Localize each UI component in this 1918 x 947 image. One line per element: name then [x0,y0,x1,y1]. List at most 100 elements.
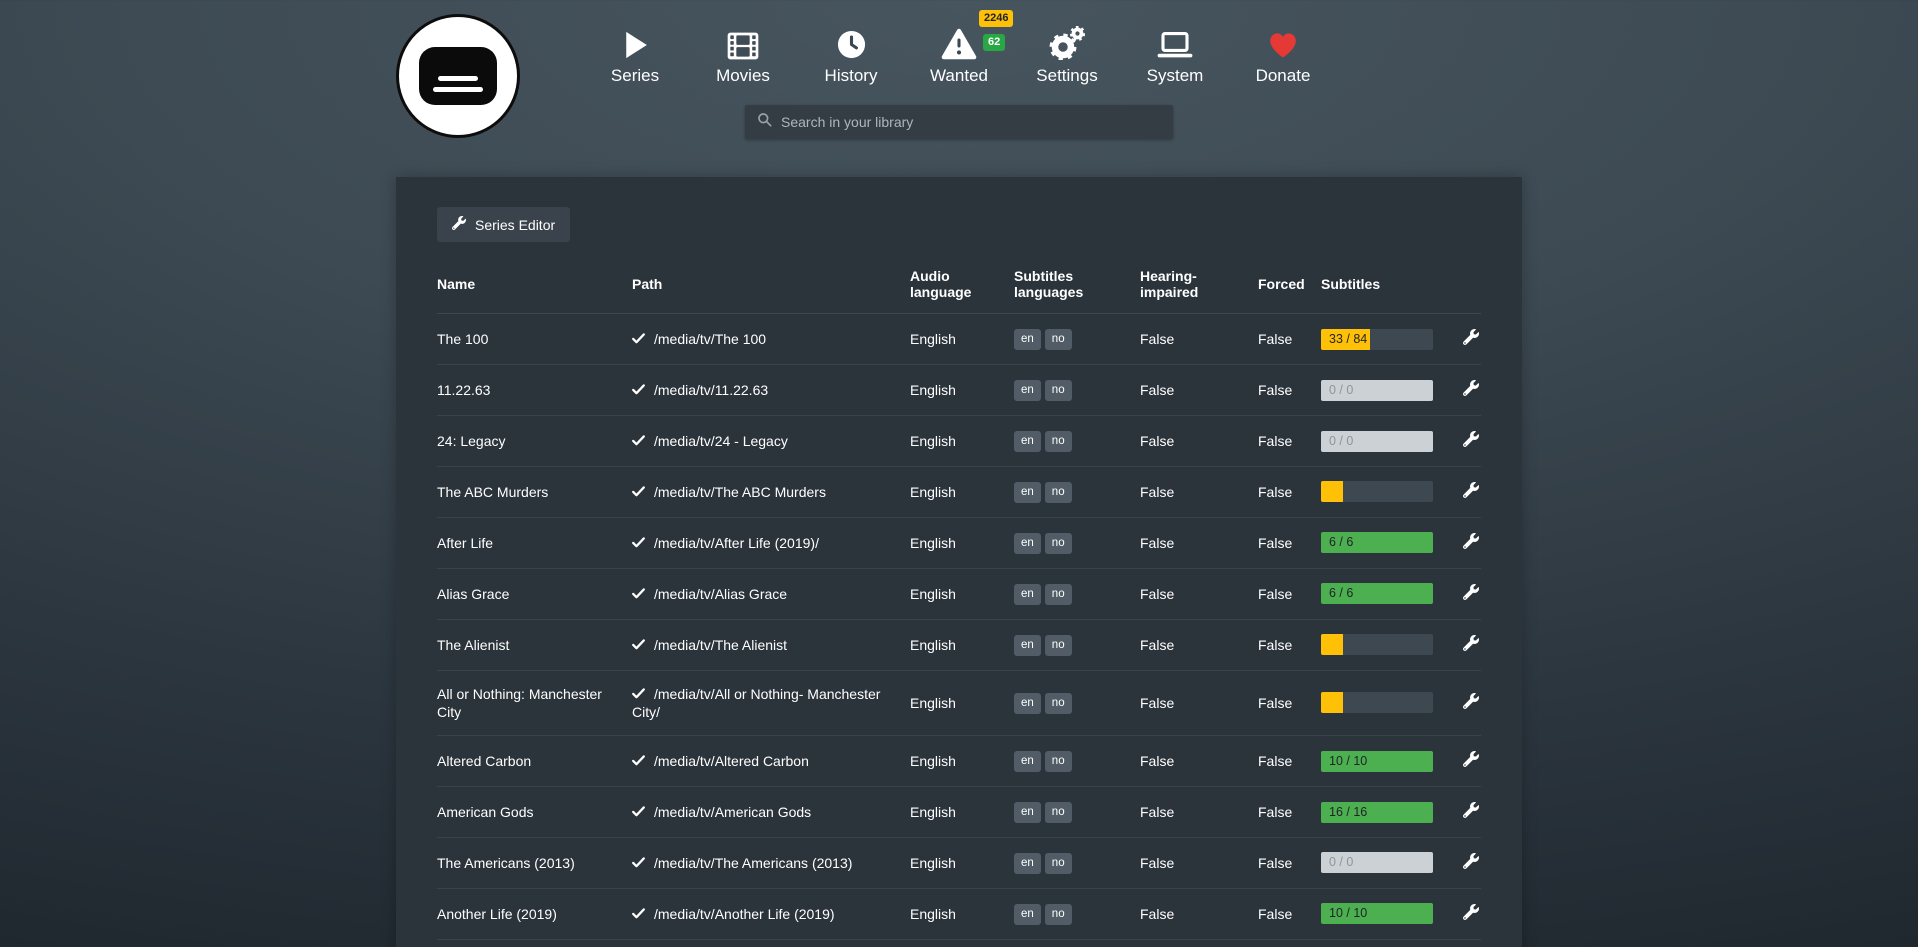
edit-series-wrench-icon[interactable] [1463,853,1479,873]
series-name[interactable]: Alias Grace [437,568,632,619]
edit-series-wrench-icon[interactable] [1463,329,1479,349]
audio-language: English [910,736,1014,787]
series-name[interactable]: Altered Carbon [437,736,632,787]
series-path: /media/tv/11.22.63 [654,382,768,398]
language-badge: en [1014,693,1041,714]
language-badge: en [1014,802,1041,823]
series-path: /media/tv/American Gods [654,804,811,820]
edit-series-wrench-icon[interactable] [1463,482,1479,502]
check-icon [632,484,645,502]
series-name[interactable]: After Life [437,517,632,568]
audio-language: English [910,888,1014,939]
language-badge: no [1045,431,1072,452]
table-row: The Americans (2013) /media/tv/The Ameri… [437,838,1481,889]
subtitle-language-badges: enno [1014,533,1076,549]
series-path: /media/tv/The Alienist [654,637,787,653]
nav-item-settings[interactable]: Settings [1027,22,1107,86]
edit-series-wrench-icon[interactable] [1463,584,1479,604]
series-name[interactable]: The ABC Murders [437,467,632,518]
table-row: Altered Carbon /media/tv/Altered Carbon … [437,736,1481,787]
series-name[interactable]: American Gods [437,787,632,838]
search-input[interactable] [781,114,1161,130]
edit-series-wrench-icon[interactable] [1463,431,1479,451]
laptop-icon [1157,22,1193,60]
check-icon [632,753,645,771]
logo-screen [419,47,497,105]
series-path-cell: /media/tv/Altered Carbon [632,736,910,787]
wrench-icon [452,216,466,233]
series-path-cell: /media/tv/All or Nothing- Manchester Cit… [632,670,910,735]
edit-series-wrench-icon[interactable] [1463,693,1479,713]
logo-subtitle-line [438,76,478,81]
audio-language: English [910,670,1014,735]
edit-series-wrench-icon[interactable] [1463,904,1479,924]
language-badge: no [1045,802,1072,823]
subtitle-language-badges: enno [1014,802,1076,818]
clock-icon [836,22,867,60]
hearing-impaired-value: False [1140,416,1258,467]
subtitles-progress: 10 / 10 [1321,751,1433,772]
bazarr-logo[interactable] [396,14,520,138]
header-wrap: Series Movies [396,0,1522,177]
column-header-subtitles-languages: Subtitles languages [1014,268,1140,314]
subtitles-progress-label: 0 / 0 [1329,852,1353,873]
nav-item-system[interactable]: System [1135,22,1215,86]
series-name[interactable]: 24: Legacy [437,416,632,467]
subtitles-progress-label: 10 / 10 [1329,751,1367,772]
subtitle-language-badges: enno [1014,482,1076,498]
series-name[interactable]: Another Life (2019) [437,888,632,939]
series-name[interactable]: The Americans (2013) [437,838,632,889]
subtitles-progress-label: 16 / 16 [1329,802,1367,823]
hearing-impaired-value: False [1140,517,1258,568]
wanted-count-badge-green: 62 [983,34,1005,51]
edit-series-wrench-icon[interactable] [1463,635,1479,655]
audio-language: English [910,365,1014,416]
forced-value: False [1258,365,1321,416]
hearing-impaired-value: False [1140,365,1258,416]
series-name[interactable]: The 100 [437,314,632,365]
nav-item-movies[interactable]: Movies [703,22,783,86]
series-path-cell: /media/tv/Alias Grace [632,568,910,619]
series-name[interactable]: All or Nothing: Manchester City [437,670,632,735]
audio-language: English [910,939,1014,947]
series-path-cell: /media/tv/24 - Legacy [632,416,910,467]
audio-language: English [910,517,1014,568]
nav-label: Movies [716,66,770,86]
series-path: /media/tv/The 100 [654,331,766,347]
hearing-impaired-value: False [1140,939,1258,947]
edit-series-wrench-icon[interactable] [1463,380,1479,400]
nav-item-donate[interactable]: Donate [1243,22,1323,86]
search-bar [745,105,1173,139]
series-name[interactable]: 11.22.63 [437,365,632,416]
film-icon [727,22,759,60]
check-icon [632,382,645,400]
edit-series-wrench-icon[interactable] [1463,533,1479,553]
series-name[interactable]: The Alienist [437,619,632,670]
language-badge: en [1014,329,1041,350]
series-path: /media/tv/24 - Legacy [654,433,788,449]
language-badge: no [1045,635,1072,656]
table-row: 24: Legacy /media/tv/24 - Legacy English… [437,416,1481,467]
language-badge: en [1014,584,1041,605]
subtitles-progress [1321,692,1433,713]
series-editor-button[interactable]: Series Editor [437,207,570,242]
forced-value: False [1258,568,1321,619]
nav-item-history[interactable]: History [811,22,891,86]
subtitle-language-badges: enno [1014,853,1076,869]
nav-item-series[interactable]: Series [595,22,675,86]
subtitles-progress [1321,481,1433,502]
check-icon [632,906,645,924]
subtitles-progress-label: 33 / 84 [1329,329,1367,350]
nav-item-wanted[interactable]: 2246 62 Wanted [919,22,999,86]
series-name[interactable]: A.P. Bio [437,939,632,947]
audio-language: English [910,467,1014,518]
edit-series-wrench-icon[interactable] [1463,802,1479,822]
nav-label: History [825,66,878,86]
table-row: The 100 /media/tv/The 100 English enno F… [437,314,1481,365]
series-path-cell: /media/tv/The Americans (2013) [632,838,910,889]
table-row: Alias Grace /media/tv/Alias Grace Englis… [437,568,1481,619]
subtitles-progress-label: 6 / 6 [1329,583,1353,604]
edit-series-wrench-icon[interactable] [1463,751,1479,771]
subtitle-language-badges: enno [1014,380,1076,396]
subtitles-progress: 0 / 0 [1321,852,1433,873]
